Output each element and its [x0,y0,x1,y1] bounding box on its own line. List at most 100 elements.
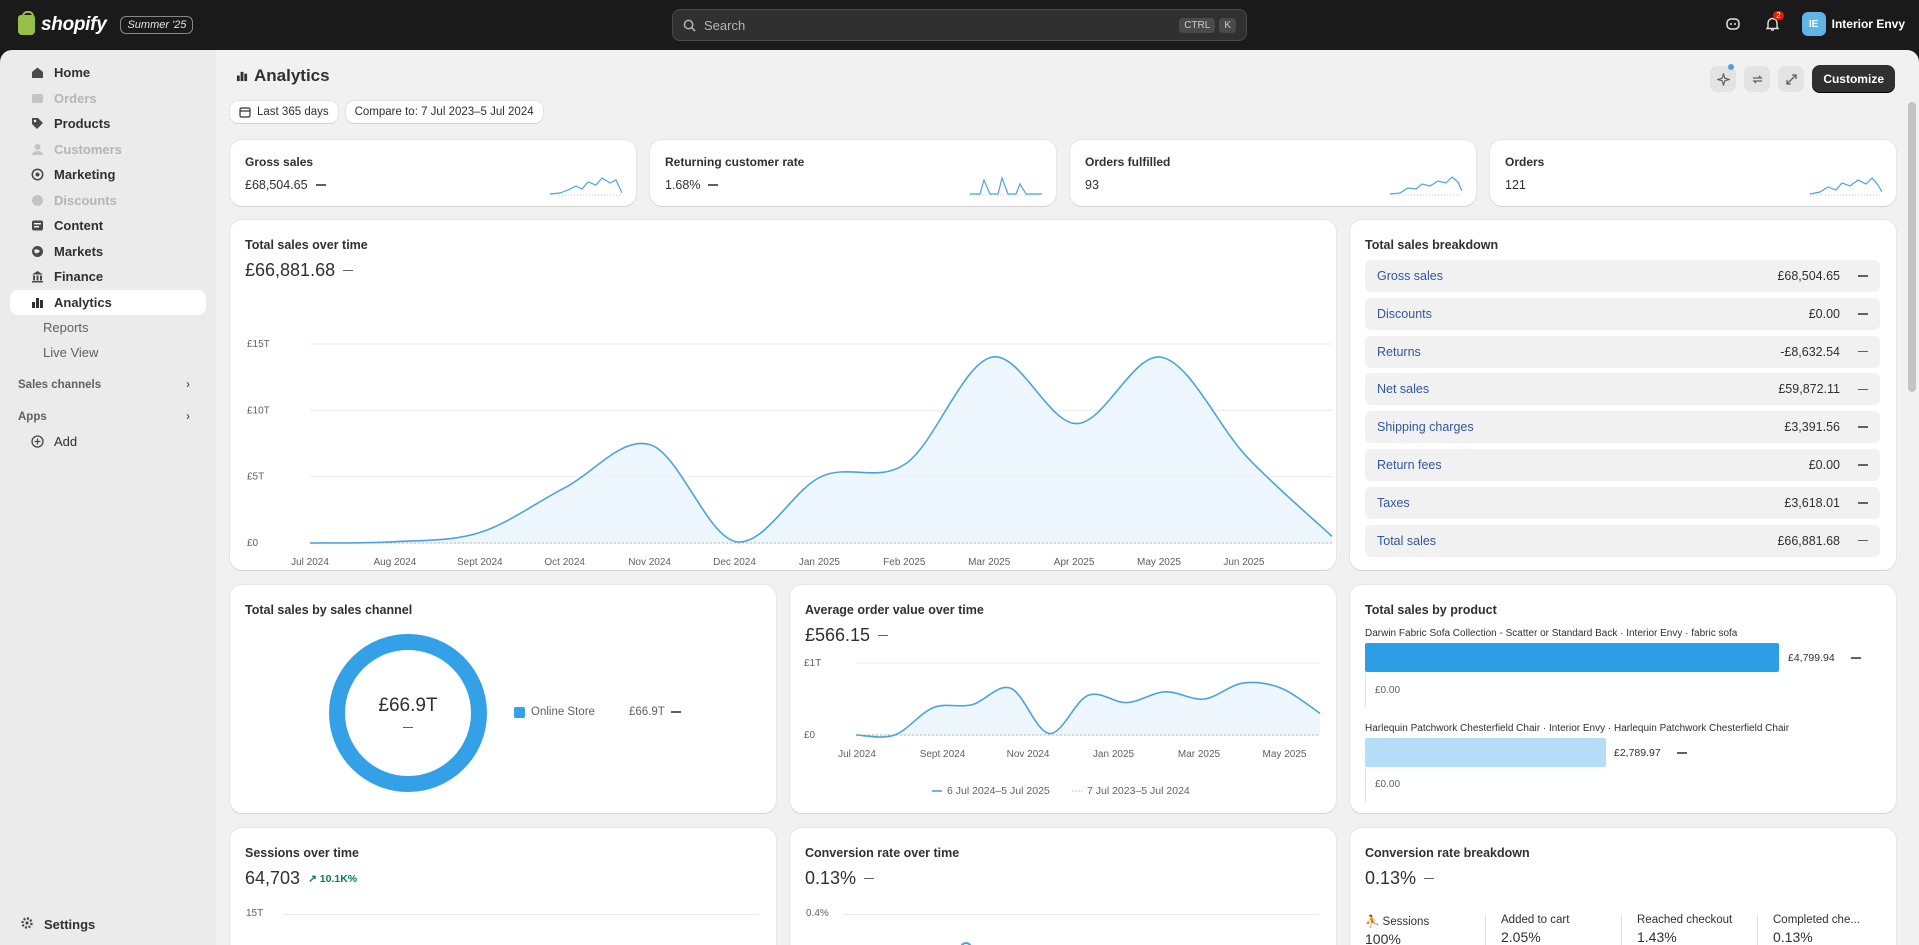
product-bar[interactable] [1365,738,1606,767]
funnel-step-label: Sessions [1382,916,1430,928]
sidekick-button[interactable] [1722,13,1744,35]
y-tick-label: £5T [247,472,264,483]
dash-icon [1850,657,1861,659]
sales-channels-label: Sales channels [18,379,102,391]
sidebar-item-add[interactable]: Add [10,429,206,454]
date-range-label: Last 365 days [257,106,329,118]
card-value-text: 0.13% [1365,868,1417,888]
sidebar-item-label: Marketing [54,167,116,182]
funnel-step-label: Added to cart [1501,914,1570,926]
sidebar-item-content[interactable]: Content [10,213,206,238]
shopify-bag-icon [18,11,35,35]
card-total-sales-over-time[interactable]: Total sales over time £66,881.68 £0 £5T £1… [230,220,1336,570]
scrollbar-thumb[interactable] [1908,102,1916,392]
kpi-value-text: 1.68% [665,178,701,192]
dash-icon [1676,752,1687,754]
sidebar-item-finance[interactable]: Finance [10,264,206,289]
card-total-sales-breakdown[interactable]: Total sales breakdown Gross sales £68,504… [1350,220,1896,570]
sidebar-sub-reports[interactable]: Reports [0,315,216,340]
breakdown-row[interactable]: Gross sales £68,504.65 [1365,260,1880,292]
chevron-right-icon: › [186,379,190,391]
customize-button[interactable]: Customize [1812,65,1895,93]
card-average-order-value[interactable]: Average order value over time £566.15 £0… [790,585,1336,813]
edition-badge[interactable]: Summer '25 [120,16,194,34]
breakdown-label[interactable]: Total sales [1377,534,1436,548]
sidebar-sub-live-view[interactable]: Live View [0,340,216,365]
card-sessions-over-time[interactable]: Sessions over time 64,703 ↗ 10.1K% 15T [230,828,776,945]
legend-label: Online Store [531,706,595,718]
donut-center: £66.9T [350,695,466,734]
breakdown-row[interactable]: Return fees £0.00 [1365,449,1880,481]
globe-icon [30,244,44,258]
breakdown-label[interactable]: Returns [1377,345,1421,359]
x-tick-label: Sept 2024 [920,749,966,760]
funnel-step: Reached checkout 1.43% [1637,914,1732,945]
kpi-card-returning-rate[interactable]: Returning customer rate 1.68% [650,140,1056,206]
kpi-card-gross-sales[interactable]: Gross sales £68,504.65 [230,140,636,206]
x-tick-label: Apr 2025 [1054,557,1095,568]
product-bar[interactable] [1365,643,1779,672]
sidebar-item-settings[interactable]: Settings [10,911,95,937]
search-bar[interactable]: Search CTRL K [672,9,1247,41]
axis-label: 15T [246,908,264,919]
breakdown-row[interactable]: Total sales £66,881.68 [1365,524,1880,557]
notifications-button[interactable]: 2 [1762,11,1784,35]
kpi-title: Returning customer rate [665,155,805,169]
breakdown-row[interactable]: Taxes £3,618.01 [1365,486,1880,519]
breakdown-row[interactable]: Net sales £59,872.11 [1365,373,1880,406]
sidebar-item-orders[interactable]: Orders [10,86,206,111]
refresh-button[interactable] [1744,66,1771,92]
dash-icon [1424,877,1435,880]
sidebar-item-label: Customers [54,141,122,157]
breakdown-label[interactable]: Return fees [1377,458,1442,472]
breakdown-label[interactable]: Discounts [1377,307,1432,321]
person-icon [30,142,44,156]
breakdown-label[interactable]: Taxes [1377,496,1410,510]
shopify-logo[interactable]: shopify Summer '25 [18,11,194,36]
sidebar-item-customers[interactable]: Customers [10,137,206,162]
date-range-button[interactable]: Last 365 days [230,101,338,123]
chart-icon [30,295,44,309]
sales-channels-section[interactable]: Sales channels › [0,373,216,397]
sidebar-item-marketing[interactable]: Marketing [10,162,206,187]
avatar[interactable]: IE [1801,12,1826,36]
kpi-title: Gross sales [245,155,314,169]
sidekick-insights-button[interactable] [1710,64,1737,92]
x-tick-label: Nov 2024 [628,557,671,568]
discount-icon [30,193,44,207]
breakdown-label[interactable]: Net sales [1377,382,1429,396]
funnel-step: Added to cart 2.05% [1501,914,1569,945]
breakdown-row[interactable]: Discounts £0.00 [1365,297,1880,330]
breakdown-row[interactable]: Returns -£8,632.54 [1365,335,1880,368]
search-placeholder: Search [704,17,746,33]
breakdown-label[interactable]: Shipping charges [1377,420,1474,434]
expand-icon [1786,73,1797,85]
funnel-step: Completed che... 0.13% [1773,914,1860,945]
donut-center-value: £66.9T [378,695,438,716]
area-fill-current [856,682,1320,738]
kpi-card-orders-fulfilled[interactable]: Orders fulfilled 93 [1070,140,1476,206]
card-conversion-breakdown[interactable]: Conversion rate breakdown 0.13% ⛹ Sessio… [1350,828,1896,945]
card-conversion-over-time[interactable]: Conversion rate over time 0.13% 0.4% [790,828,1336,945]
breakdown-row[interactable]: Shipping charges £3,391.56 [1365,411,1880,444]
breakdown-value: £66,881.68 [1777,533,1840,548]
product-value: £4,799.94 [1788,652,1861,664]
compare-button[interactable]: Compare to: 7 Jul 2023–5 Jul 2024 [345,101,543,123]
kpi-value: 93 [1085,178,1099,192]
card-sales-by-channel[interactable]: Total sales by sales channel £66.9T Onli… [230,585,776,813]
sidebar-item-home[interactable]: Home [10,60,206,85]
kpi-card-orders[interactable]: Orders 121 [1490,140,1896,206]
breakdown-label[interactable]: Gross sales [1377,269,1443,283]
bank-icon [30,270,44,284]
dash-icon [1858,388,1868,391]
store-name[interactable]: Interior Envy [1832,17,1905,31]
sidebar-item-discounts[interactable]: Discounts [10,188,206,213]
x-tick-label: Jan 2025 [799,557,841,568]
card-sales-by-product[interactable]: Total sales by product Darwin Fabric Sof… [1350,585,1896,813]
fullscreen-button[interactable] [1778,66,1805,92]
dash-icon [1858,426,1868,428]
sidebar-item-markets[interactable]: Markets [10,239,206,264]
sidebar-item-analytics[interactable]: Analytics [10,289,206,315]
sidebar-item-products[interactable]: Products [10,111,206,136]
apps-section[interactable]: Apps › [0,405,216,429]
